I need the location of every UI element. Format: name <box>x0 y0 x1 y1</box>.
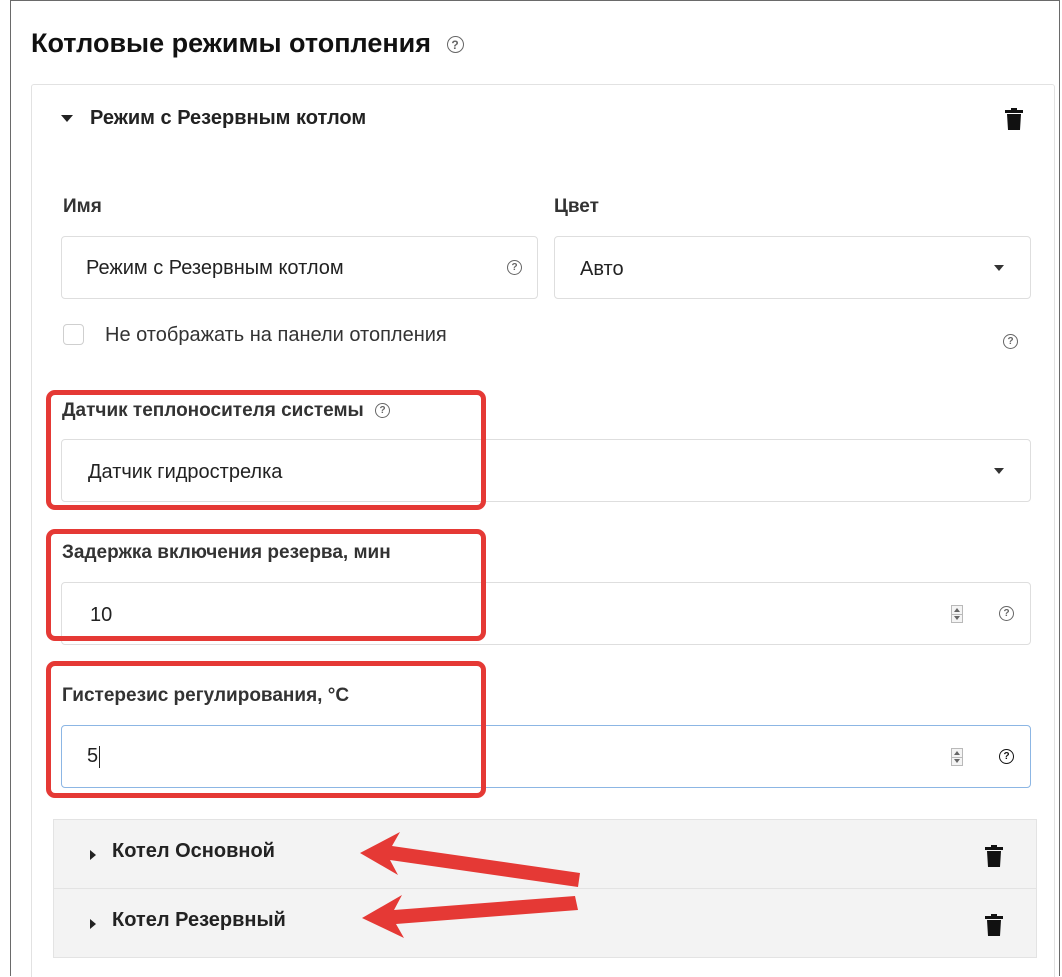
expand-caret-icon[interactable] <box>90 850 96 860</box>
question-circle-icon[interactable]: ? <box>507 260 522 275</box>
name-label: Имя <box>63 196 102 217</box>
question-circle-icon[interactable]: ? <box>999 749 1014 764</box>
question-circle-icon[interactable]: ? <box>446 36 464 54</box>
mode-title[interactable]: Режим с Резервным котлом <box>90 107 366 130</box>
chevron-down-icon <box>994 265 1004 271</box>
hide-checkbox[interactable] <box>63 324 84 345</box>
boiler-panel-main-title[interactable]: Котел Основной <box>112 840 275 863</box>
trash-icon[interactable] <box>985 914 1003 936</box>
trash-icon[interactable] <box>985 845 1003 867</box>
page-title: Котловые режимы отопления ? <box>31 28 464 59</box>
color-select-value: Авто <box>580 258 624 280</box>
color-select[interactable]: Авто <box>554 236 1031 299</box>
annotation-highlight-delay <box>46 529 486 641</box>
name-field[interactable]: Режим с Резервным котлом ? <box>61 236 538 299</box>
boiler-panel-reserve-title[interactable]: Котел Резервный <box>112 909 286 932</box>
hide-checkbox-label[interactable]: Не отображать на панели отопления <box>105 324 447 347</box>
boiler-panel-reserve[interactable]: Котел Резервный <box>53 888 1037 958</box>
hysteresis-stepper[interactable] <box>951 748 963 766</box>
expand-caret-icon[interactable] <box>90 919 96 929</box>
name-field-value: Режим с Резервным котлом <box>86 257 344 279</box>
collapse-caret-icon[interactable] <box>61 115 73 122</box>
trash-icon[interactable] <box>1005 108 1023 130</box>
question-circle-icon[interactable]: ? <box>1003 334 1018 349</box>
annotation-highlight-hysteresis <box>46 661 486 798</box>
annotation-highlight-sensor <box>46 390 486 510</box>
question-circle-icon[interactable]: ? <box>999 606 1014 621</box>
boiler-panel-main[interactable]: Котел Основной <box>53 819 1037 889</box>
color-label: Цвет <box>554 196 599 217</box>
chevron-down-icon <box>994 468 1004 474</box>
delay-stepper[interactable] <box>951 605 963 623</box>
page-title-text: Котловые режимы отопления <box>31 28 432 58</box>
